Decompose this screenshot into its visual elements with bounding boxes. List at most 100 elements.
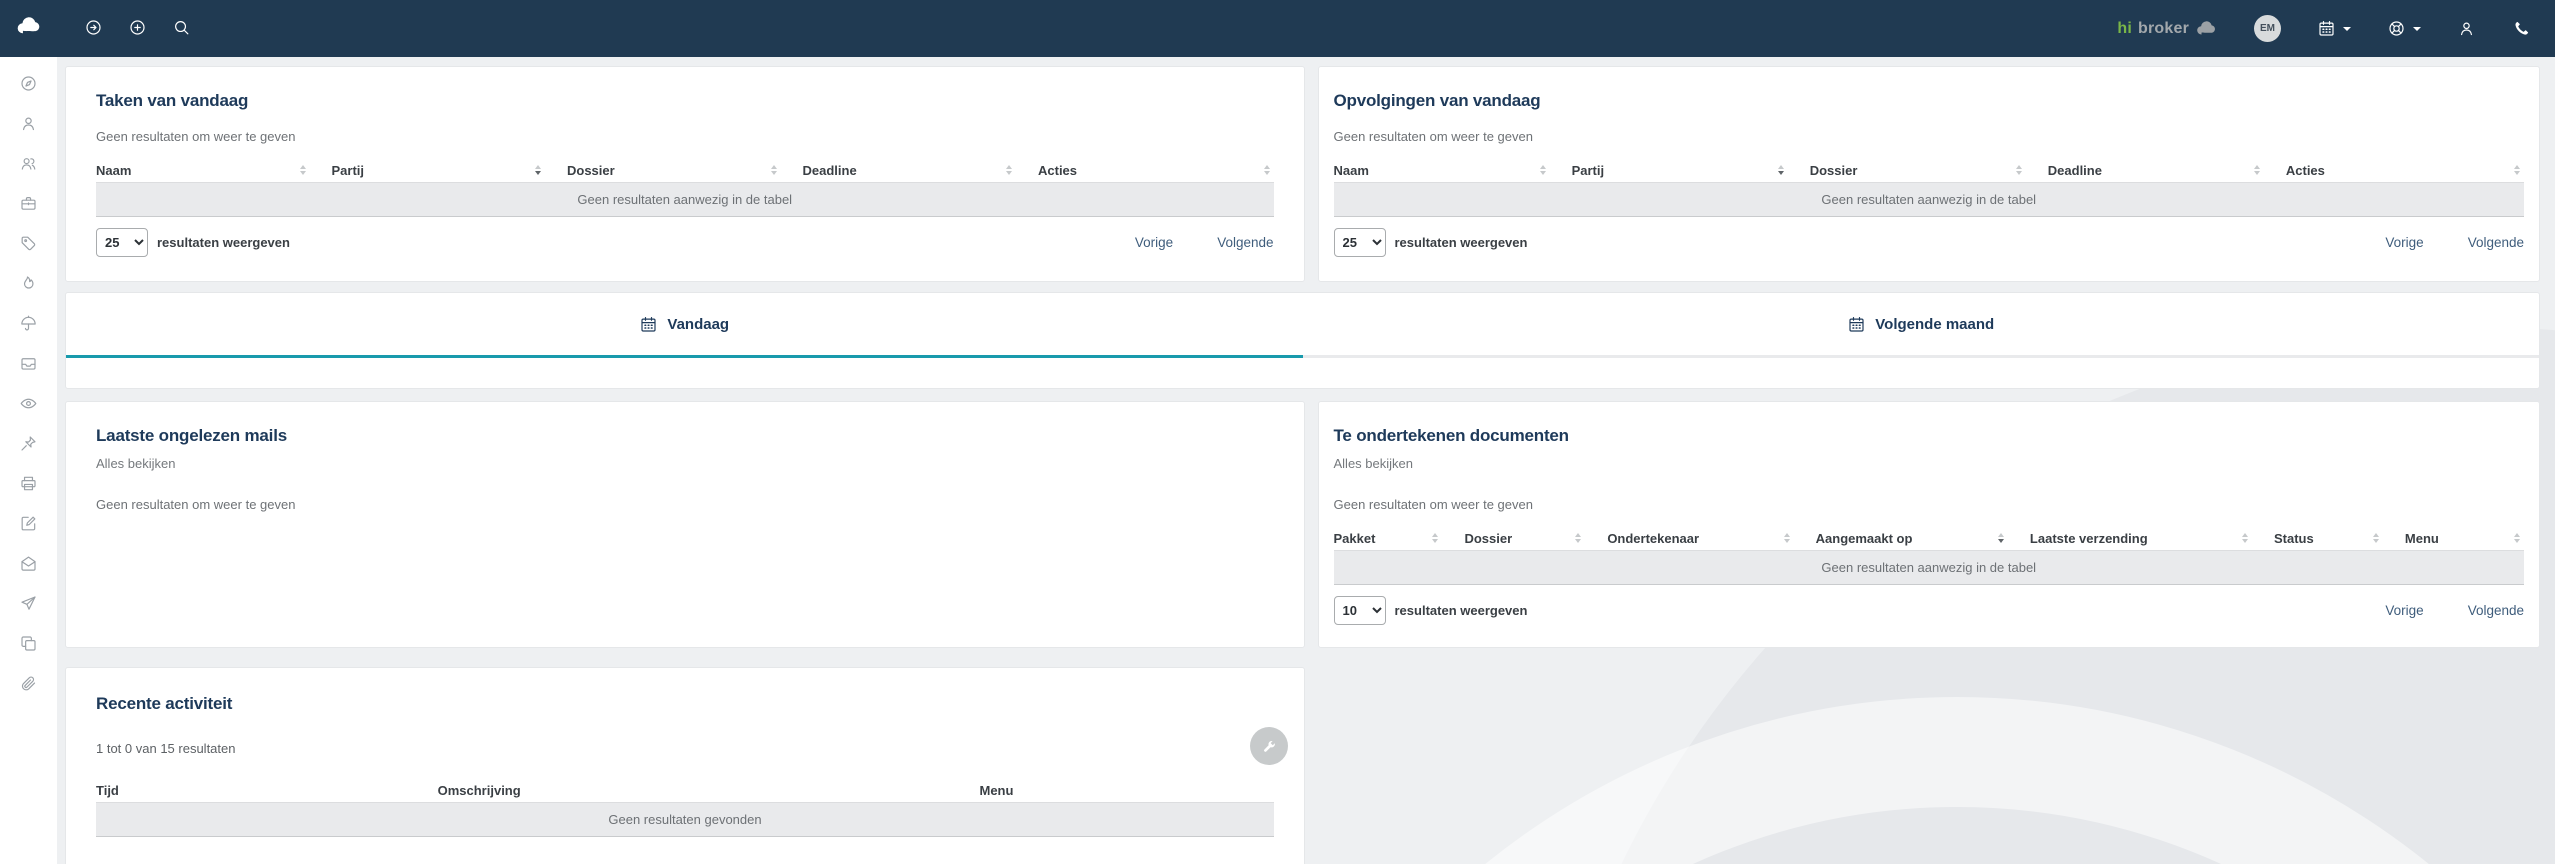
column-header[interactable]: Ondertekenaar (1607, 526, 1815, 550)
table-footer: 10 resultaten weergeven Vorige Volgende (1334, 596, 2525, 625)
page-size-label: resultaten weergeven (1395, 235, 1528, 250)
column-header[interactable]: Partij (332, 158, 568, 182)
column-header[interactable]: Omschrijving (438, 778, 980, 802)
column-header[interactable]: Menu (2405, 526, 2524, 550)
view-all-link[interactable]: Alles bekijken (1334, 456, 1414, 471)
umbrella-icon (19, 314, 38, 333)
page-size-label: resultaten weergeven (1395, 603, 1528, 618)
column-header-label: Menu (2405, 531, 2439, 546)
panel-te-ondertekenen-documenten: Te ondertekenen documenten Alles bekijke… (1318, 401, 2541, 648)
page-size-select[interactable]: 25 (1334, 228, 1386, 257)
column-header[interactable]: Tijd (96, 778, 438, 802)
table-footer: 25 resultaten weergeven Vorige Volgende (1334, 228, 2525, 257)
tab-volgende-maand[interactable]: Volgende maand (1303, 293, 2540, 358)
column-header-label: Dossier (567, 163, 615, 178)
tab-label: Vandaag (667, 316, 729, 333)
top-row: Taken van vandaag Geen resultaten om wee… (65, 66, 2540, 282)
column-header[interactable]: Status (2274, 526, 2405, 550)
column-header[interactable]: Deadline (2048, 158, 2286, 182)
sidebar-item[interactable] (9, 343, 49, 383)
column-header[interactable]: Acties (1038, 158, 1274, 182)
page-size-select[interactable]: 25 (96, 228, 148, 257)
caret-down-icon (2413, 27, 2421, 31)
page-size: 25 resultaten weergeven (1334, 228, 1528, 257)
previous-page-link[interactable]: Vorige (2385, 235, 2423, 250)
sidebar-item[interactable] (9, 463, 49, 503)
column-header[interactable]: Aangemaakt op (1816, 526, 2030, 550)
flame-icon (19, 274, 38, 293)
column-header[interactable]: Laatste verzending (2030, 526, 2274, 550)
column-header-label: Partij (1572, 163, 1605, 178)
sidebar-item[interactable] (9, 543, 49, 583)
brand-logo[interactable]: hibroker (2117, 17, 2218, 40)
navbar-quick-button[interactable] (163, 11, 199, 47)
life-ring-icon (2387, 19, 2406, 38)
column-header[interactable]: Partij (1572, 158, 1810, 182)
sidebar-item[interactable] (9, 103, 49, 143)
sidebar-item[interactable] (9, 503, 49, 543)
previous-page-link[interactable]: Vorige (1135, 235, 1173, 250)
sidebar-item[interactable] (9, 583, 49, 623)
printer-icon (19, 474, 38, 493)
mail-open-icon (19, 554, 38, 573)
sidebar-item[interactable] (9, 663, 49, 703)
column-header[interactable]: Dossier (567, 158, 803, 182)
sidebar-item[interactable] (9, 303, 49, 343)
app-logo[interactable] (0, 12, 57, 45)
settings-wrench-button[interactable] (1250, 727, 1288, 765)
previous-page-link[interactable]: Vorige (2385, 603, 2423, 618)
navbar-quick-button[interactable] (119, 11, 155, 47)
navbar-menu[interactable] (2512, 19, 2531, 38)
avatar[interactable]: EM (2254, 15, 2281, 42)
sidebar-item[interactable] (9, 423, 49, 463)
column-header-label: Menu (979, 783, 1013, 798)
column-header[interactable]: Acties (2286, 158, 2524, 182)
page-size-select[interactable]: 10 (1334, 596, 1386, 625)
navbar-menu[interactable] (2317, 19, 2351, 38)
paperclip-icon (19, 674, 38, 693)
tag-icon (19, 234, 38, 253)
sidebar-item[interactable] (9, 143, 49, 183)
sort-icon (2514, 165, 2520, 175)
page-size: 25 resultaten weergeven (96, 228, 290, 257)
sort-icon (535, 165, 541, 175)
panel-recente-activiteit: Recente activiteit 1 tot 0 van 15 result… (65, 667, 1305, 864)
column-header-label: Naam (1334, 163, 1369, 178)
sidebar-item[interactable] (9, 63, 49, 103)
table-header-row: Pakket Dossier Ondertekenaar Aangemaakt … (1334, 526, 2525, 550)
column-header-label: Omschrijving (438, 783, 521, 798)
sidebar-item[interactable] (9, 183, 49, 223)
table-empty-row: Geen resultaten aanwezig in de tabel (1334, 550, 2525, 585)
panel-title: Te ondertekenen documenten (1334, 426, 2525, 446)
column-header-label: Pakket (1334, 531, 1376, 546)
page-size-label: resultaten weergeven (157, 235, 290, 250)
sidebar-item[interactable] (9, 263, 49, 303)
column-header[interactable]: Dossier (1810, 158, 2048, 182)
tab-vandaag[interactable]: Vandaag (66, 293, 1303, 358)
view-all-link[interactable]: Alles bekijken (96, 456, 176, 471)
navbar-menu[interactable] (2387, 19, 2421, 38)
sidebar-item[interactable] (9, 223, 49, 263)
next-page-link[interactable]: Volgende (1217, 235, 1273, 250)
navbar-quick-button[interactable] (75, 11, 111, 47)
panel-title: Recente activiteit (96, 694, 1274, 714)
panel-taken-van-vandaag: Taken van vandaag Geen resultaten om wee… (65, 66, 1305, 282)
page-size: 10 resultaten weergeven (1334, 596, 1528, 625)
column-header[interactable]: Dossier (1464, 526, 1607, 550)
navbar-menu[interactable] (2457, 19, 2476, 38)
column-header-label: Dossier (1464, 531, 1512, 546)
column-header[interactable]: Naam (96, 158, 332, 182)
column-header[interactable]: Naam (1334, 158, 1572, 182)
panel-title: Laatste ongelezen mails (96, 426, 1274, 446)
column-header[interactable]: Deadline (803, 158, 1039, 182)
users-icon (19, 154, 38, 173)
sidebar-item[interactable] (9, 623, 49, 663)
calendar-icon (2317, 19, 2336, 38)
sidebar-item[interactable] (9, 383, 49, 423)
empty-note: Geen resultaten om weer te geven (1334, 497, 2525, 512)
next-page-link[interactable]: Volgende (2468, 603, 2524, 618)
panel-title: Taken van vandaag (96, 91, 1274, 111)
column-header[interactable]: Menu (979, 778, 1274, 802)
next-page-link[interactable]: Volgende (2468, 235, 2524, 250)
column-header[interactable]: Pakket (1334, 526, 1465, 550)
